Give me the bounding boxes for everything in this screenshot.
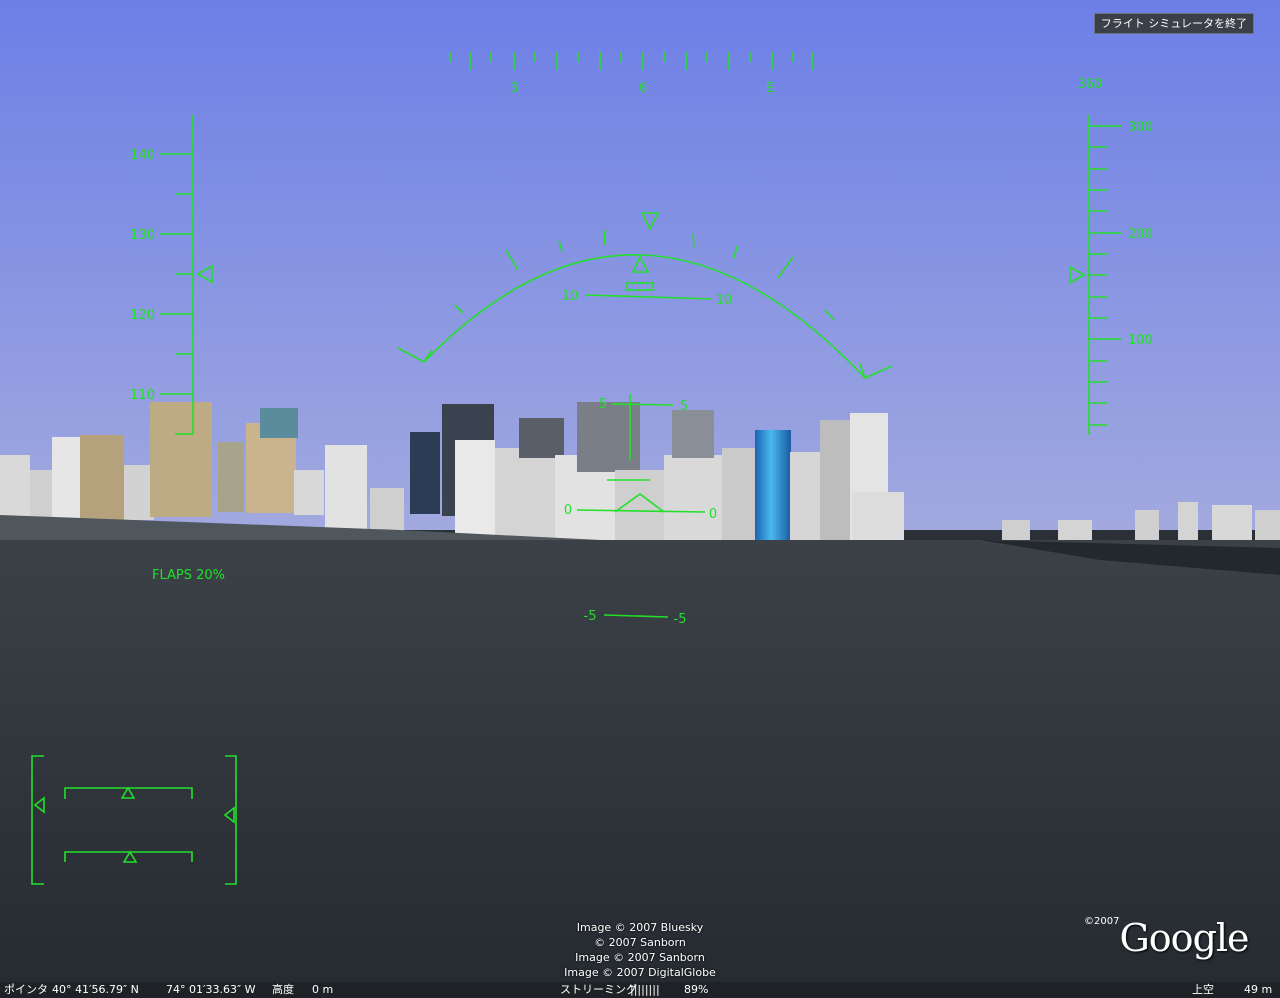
pitch-label-10-left: 10 bbox=[562, 289, 579, 304]
imagery-credits: Image © 2007 Bluesky © 2007 Sanborn Imag… bbox=[540, 920, 740, 980]
bank-pointer bbox=[640, 212, 660, 231]
altitude-pointer bbox=[1069, 265, 1086, 285]
heading-bug-value: 360 bbox=[1078, 77, 1103, 92]
elevation-label: 高度 bbox=[272, 983, 294, 996]
roll-indicator bbox=[631, 255, 650, 273]
throttle-marker bbox=[120, 786, 136, 799]
streaming-percent: 89% bbox=[684, 983, 709, 996]
airspeed-label-120: 120 bbox=[130, 308, 155, 323]
trim-right-pointer bbox=[223, 806, 235, 824]
streaming-label: ストリーミング bbox=[560, 983, 637, 996]
airspeed-label-140: 140 bbox=[130, 148, 155, 163]
pitch-label-m5-right: -5 bbox=[674, 612, 687, 627]
pitch-label-5-left: 5 bbox=[599, 397, 607, 412]
altitude-tape: 300 200 100 bbox=[1069, 115, 1153, 435]
status-bar: ポインタ 40° 41′56.79″ N 74° 01′33.63″ W 高度 … bbox=[0, 982, 1280, 998]
bank-angle-arc bbox=[397, 212, 893, 380]
heading-tape: 3 6 E 360 bbox=[449, 52, 1103, 96]
airspeed-tape: 140 130 120 110 bbox=[130, 115, 213, 435]
flaps-indicator: FLAPS 20% bbox=[152, 568, 225, 583]
throttle-left-pointer bbox=[33, 796, 45, 814]
throttle-trim-indicator bbox=[31, 755, 237, 885]
pitch-ladder: 10 10 5 5 0 0 -5 -5 bbox=[562, 289, 733, 627]
roll-indicator-base bbox=[626, 282, 654, 291]
heading-label-6: 6 bbox=[639, 81, 647, 96]
heading-label-3: 3 bbox=[510, 81, 518, 96]
airspeed-label-110: 110 bbox=[130, 388, 155, 403]
eye-altitude-value: 49 m bbox=[1244, 983, 1273, 996]
elevation-value: 0 m bbox=[312, 983, 334, 996]
logo-year: ©2007 bbox=[1084, 916, 1120, 927]
pointer-longitude: 74° 01′33.63″ W bbox=[166, 983, 256, 996]
streaming-progress-bar: |||||||| bbox=[630, 983, 660, 996]
pitch-label-0-right: 0 bbox=[709, 507, 717, 522]
eye-altitude-label: 上空 bbox=[1192, 983, 1214, 996]
airspeed-label-130: 130 bbox=[130, 228, 155, 243]
pitch-label-10-right: 10 bbox=[716, 293, 733, 308]
altitude-label-300: 300 bbox=[1128, 120, 1153, 135]
trim-marker bbox=[122, 850, 138, 863]
pointer-label: ポインタ bbox=[4, 983, 48, 996]
pitch-label-0-left: 0 bbox=[564, 503, 572, 518]
airspeed-pointer bbox=[196, 264, 213, 284]
pointer-latitude: 40° 41′56.79″ N bbox=[52, 983, 139, 996]
credit-line: Image © 2007 Sanborn bbox=[575, 951, 705, 964]
credit-line: Image © 2007 DigitalGlobe bbox=[564, 966, 716, 979]
exit-flight-simulator-button[interactable]: フライト シミュレータを終了 bbox=[1093, 13, 1254, 34]
credit-line: © 2007 Sanborn bbox=[594, 936, 686, 949]
pitch-label-5-right: 5 bbox=[680, 399, 688, 414]
logo-text: Google bbox=[1119, 916, 1249, 960]
credit-line: Image © 2007 Bluesky bbox=[576, 921, 704, 934]
altitude-label-200: 200 bbox=[1128, 227, 1153, 242]
heading-label-e: E bbox=[766, 81, 774, 96]
pitch-label-m5-left: -5 bbox=[584, 609, 597, 624]
google-logo: ©2007Google bbox=[1084, 916, 1250, 960]
flight-path-marker bbox=[614, 493, 665, 513]
hud-overlay: 3 6 E 360 140 130 120 110 300 200 100 10… bbox=[31, 52, 1153, 885]
altitude-label-100: 100 bbox=[1128, 333, 1153, 348]
